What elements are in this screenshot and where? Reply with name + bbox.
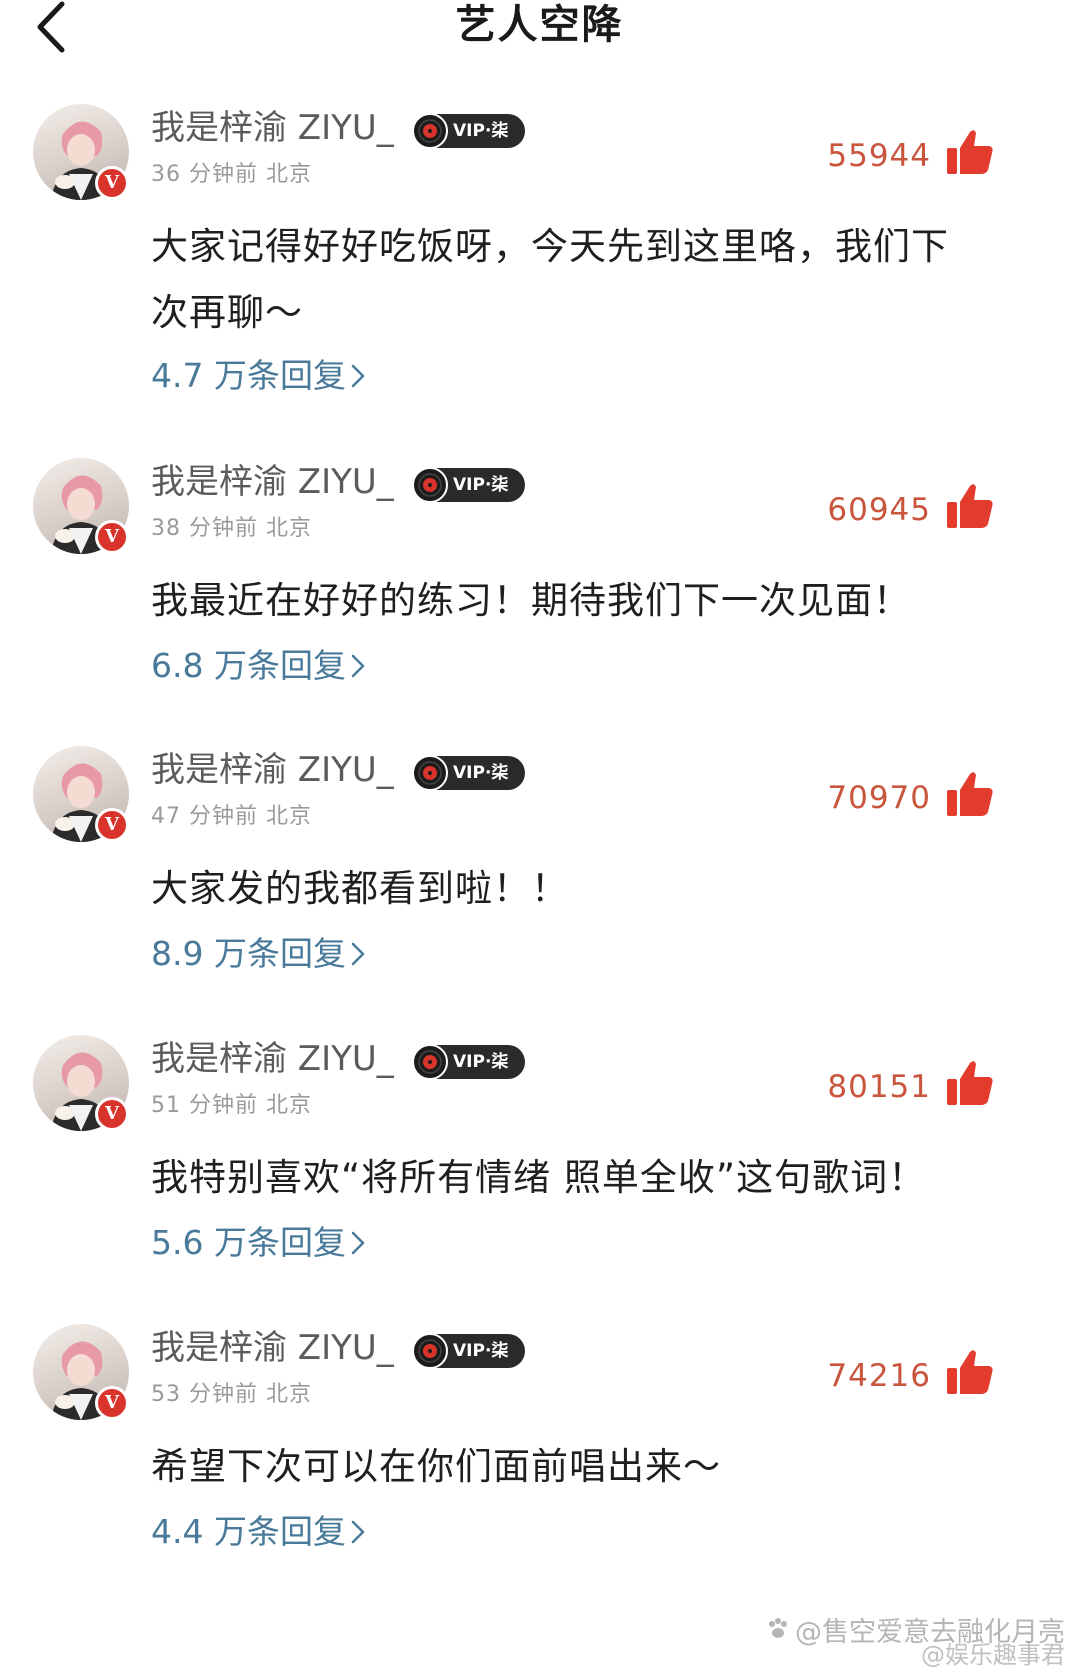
comment-meta: 36 分钟前 北京	[151, 160, 312, 190]
avatar[interactable]: V	[33, 746, 129, 842]
username[interactable]: 我是梓渝 ZIYU_	[151, 460, 394, 504]
replies-count: 6.8 万条回复	[151, 646, 346, 685]
comment-time: 47 分钟前	[151, 804, 258, 829]
comment-meta: 38 分钟前 北京	[151, 514, 312, 544]
chevron-right-icon	[350, 356, 366, 400]
like-button[interactable]	[945, 770, 995, 818]
vinyl-disc-icon	[412, 113, 448, 149]
comment-text: 大家记得好好吃饭呀，今天先到这里咯，我们下次再聊～	[151, 225, 949, 334]
username[interactable]: 我是梓渝 ZIYU_	[151, 1037, 394, 1081]
view-replies-link[interactable]: 5.6 万条回复	[151, 1221, 366, 1267]
view-replies-link[interactable]: 6.8 万条回复	[151, 644, 366, 690]
comment-meta: 53 分钟前 北京	[151, 1380, 312, 1410]
username[interactable]: 我是梓渝 ZIYU_	[151, 748, 394, 792]
verified-v-icon: V	[95, 166, 129, 200]
chevron-right-icon	[350, 934, 366, 978]
comment-text: 我特别喜欢“将所有情绪 照单全收”这句歌词！	[151, 1156, 927, 1199]
comment-location: 北京	[266, 162, 313, 187]
comment-item: V 我是梓渝 ZIYU_ VIP·柒 47 分钟前 北京 70970 大家发的我…	[0, 746, 1079, 986]
paw-icon	[765, 1616, 791, 1651]
thumbs-up-icon	[947, 130, 993, 174]
vip-badge: VIP·柒	[412, 1333, 525, 1369]
like-count: 60945	[827, 492, 931, 528]
avatar[interactable]: V	[33, 1035, 129, 1131]
watermark-text-secondary: @娱乐趣事君	[921, 1641, 1065, 1669]
replies-count: 4.7 万条回复	[151, 356, 346, 395]
thumbs-up-icon	[947, 772, 993, 816]
chevron-right-icon	[350, 1512, 366, 1556]
header: 艺人空降	[0, 0, 1079, 60]
comment-location: 北京	[266, 1382, 313, 1407]
comment-meta: 51 分钟前 北京	[151, 1091, 312, 1121]
username[interactable]: 我是梓渝 ZIYU_	[151, 106, 394, 150]
like-button[interactable]	[945, 1059, 995, 1107]
vinyl-disc-icon	[412, 1044, 448, 1080]
comment-text: 希望下次可以在你们面前唱出来～	[151, 1445, 721, 1488]
thumbs-up-icon	[947, 484, 993, 528]
verified-v-icon: V	[95, 808, 129, 842]
verified-v-icon: V	[95, 1386, 129, 1420]
chevron-right-icon	[350, 646, 366, 690]
comment-meta: 47 分钟前 北京	[151, 802, 312, 832]
comment-location: 北京	[266, 804, 313, 829]
vip-label: VIP·柒	[453, 121, 509, 141]
vip-badge: VIP·柒	[412, 113, 525, 149]
thumbs-up-icon	[947, 1350, 993, 1394]
vinyl-disc-icon	[412, 755, 448, 791]
vip-badge: VIP·柒	[412, 1044, 525, 1080]
like-button[interactable]	[945, 482, 995, 530]
comment-location: 北京	[266, 1093, 313, 1118]
view-replies-link[interactable]: 4.7 万条回复	[151, 354, 366, 400]
like-count: 80151	[827, 1069, 931, 1105]
like-count: 55944	[827, 138, 931, 174]
vip-badge: VIP·柒	[412, 467, 525, 503]
vip-label: VIP·柒	[453, 1341, 509, 1361]
vip-label: VIP·柒	[453, 475, 509, 495]
comment-text: 大家发的我都看到啦！！	[151, 867, 569, 910]
vip-label: VIP·柒	[453, 1052, 509, 1072]
avatar[interactable]: V	[33, 104, 129, 200]
vinyl-disc-icon	[412, 1333, 448, 1369]
comment-item: V 我是梓渝 ZIYU_ VIP·柒 51 分钟前 北京 80151 我特别喜欢…	[0, 1035, 1079, 1275]
vip-label: VIP·柒	[453, 763, 509, 783]
comment-item: V 我是梓渝 ZIYU_ VIP·柒 53 分钟前 北京 74216 希望下次可…	[0, 1324, 1079, 1564]
vinyl-disc-icon	[412, 467, 448, 503]
comment-text: 我最近在好好的练习！期待我们下一次见面！	[151, 579, 911, 622]
replies-count: 4.4 万条回复	[151, 1512, 346, 1551]
replies-count: 8.9 万条回复	[151, 934, 346, 973]
vip-badge: VIP·柒	[412, 755, 525, 791]
comment-item: V 我是梓渝 ZIYU_ VIP·柒 38 分钟前 北京 60945 我最近在好…	[0, 458, 1079, 698]
username[interactable]: 我是梓渝 ZIYU_	[151, 1326, 394, 1370]
view-replies-link[interactable]: 4.4 万条回复	[151, 1510, 366, 1556]
like-count: 70970	[827, 780, 931, 816]
watermark: @售空爱意去融化月亮 @娱乐趣事君	[765, 1616, 1065, 1669]
replies-count: 5.6 万条回复	[151, 1223, 346, 1262]
chevron-right-icon	[350, 1223, 366, 1267]
avatar[interactable]: V	[33, 458, 129, 554]
comment-time: 38 分钟前	[151, 516, 258, 541]
comment-time: 53 分钟前	[151, 1382, 258, 1407]
comment-time: 51 分钟前	[151, 1093, 258, 1118]
page-title: 艺人空降	[455, 2, 624, 48]
avatar[interactable]: V	[33, 1324, 129, 1420]
view-replies-link[interactable]: 8.9 万条回复	[151, 932, 366, 978]
like-button[interactable]	[945, 128, 995, 176]
like-count: 74216	[827, 1358, 931, 1394]
verified-v-icon: V	[95, 1097, 129, 1131]
comment-item: V 我是梓渝 ZIYU_ VIP·柒 36 分钟前 北京 55944 大家记得好…	[0, 104, 1079, 404]
comment-location: 北京	[266, 516, 313, 541]
comment-time: 36 分钟前	[151, 162, 258, 187]
thumbs-up-icon	[947, 1061, 993, 1105]
verified-v-icon: V	[95, 520, 129, 554]
like-button[interactable]	[945, 1348, 995, 1396]
